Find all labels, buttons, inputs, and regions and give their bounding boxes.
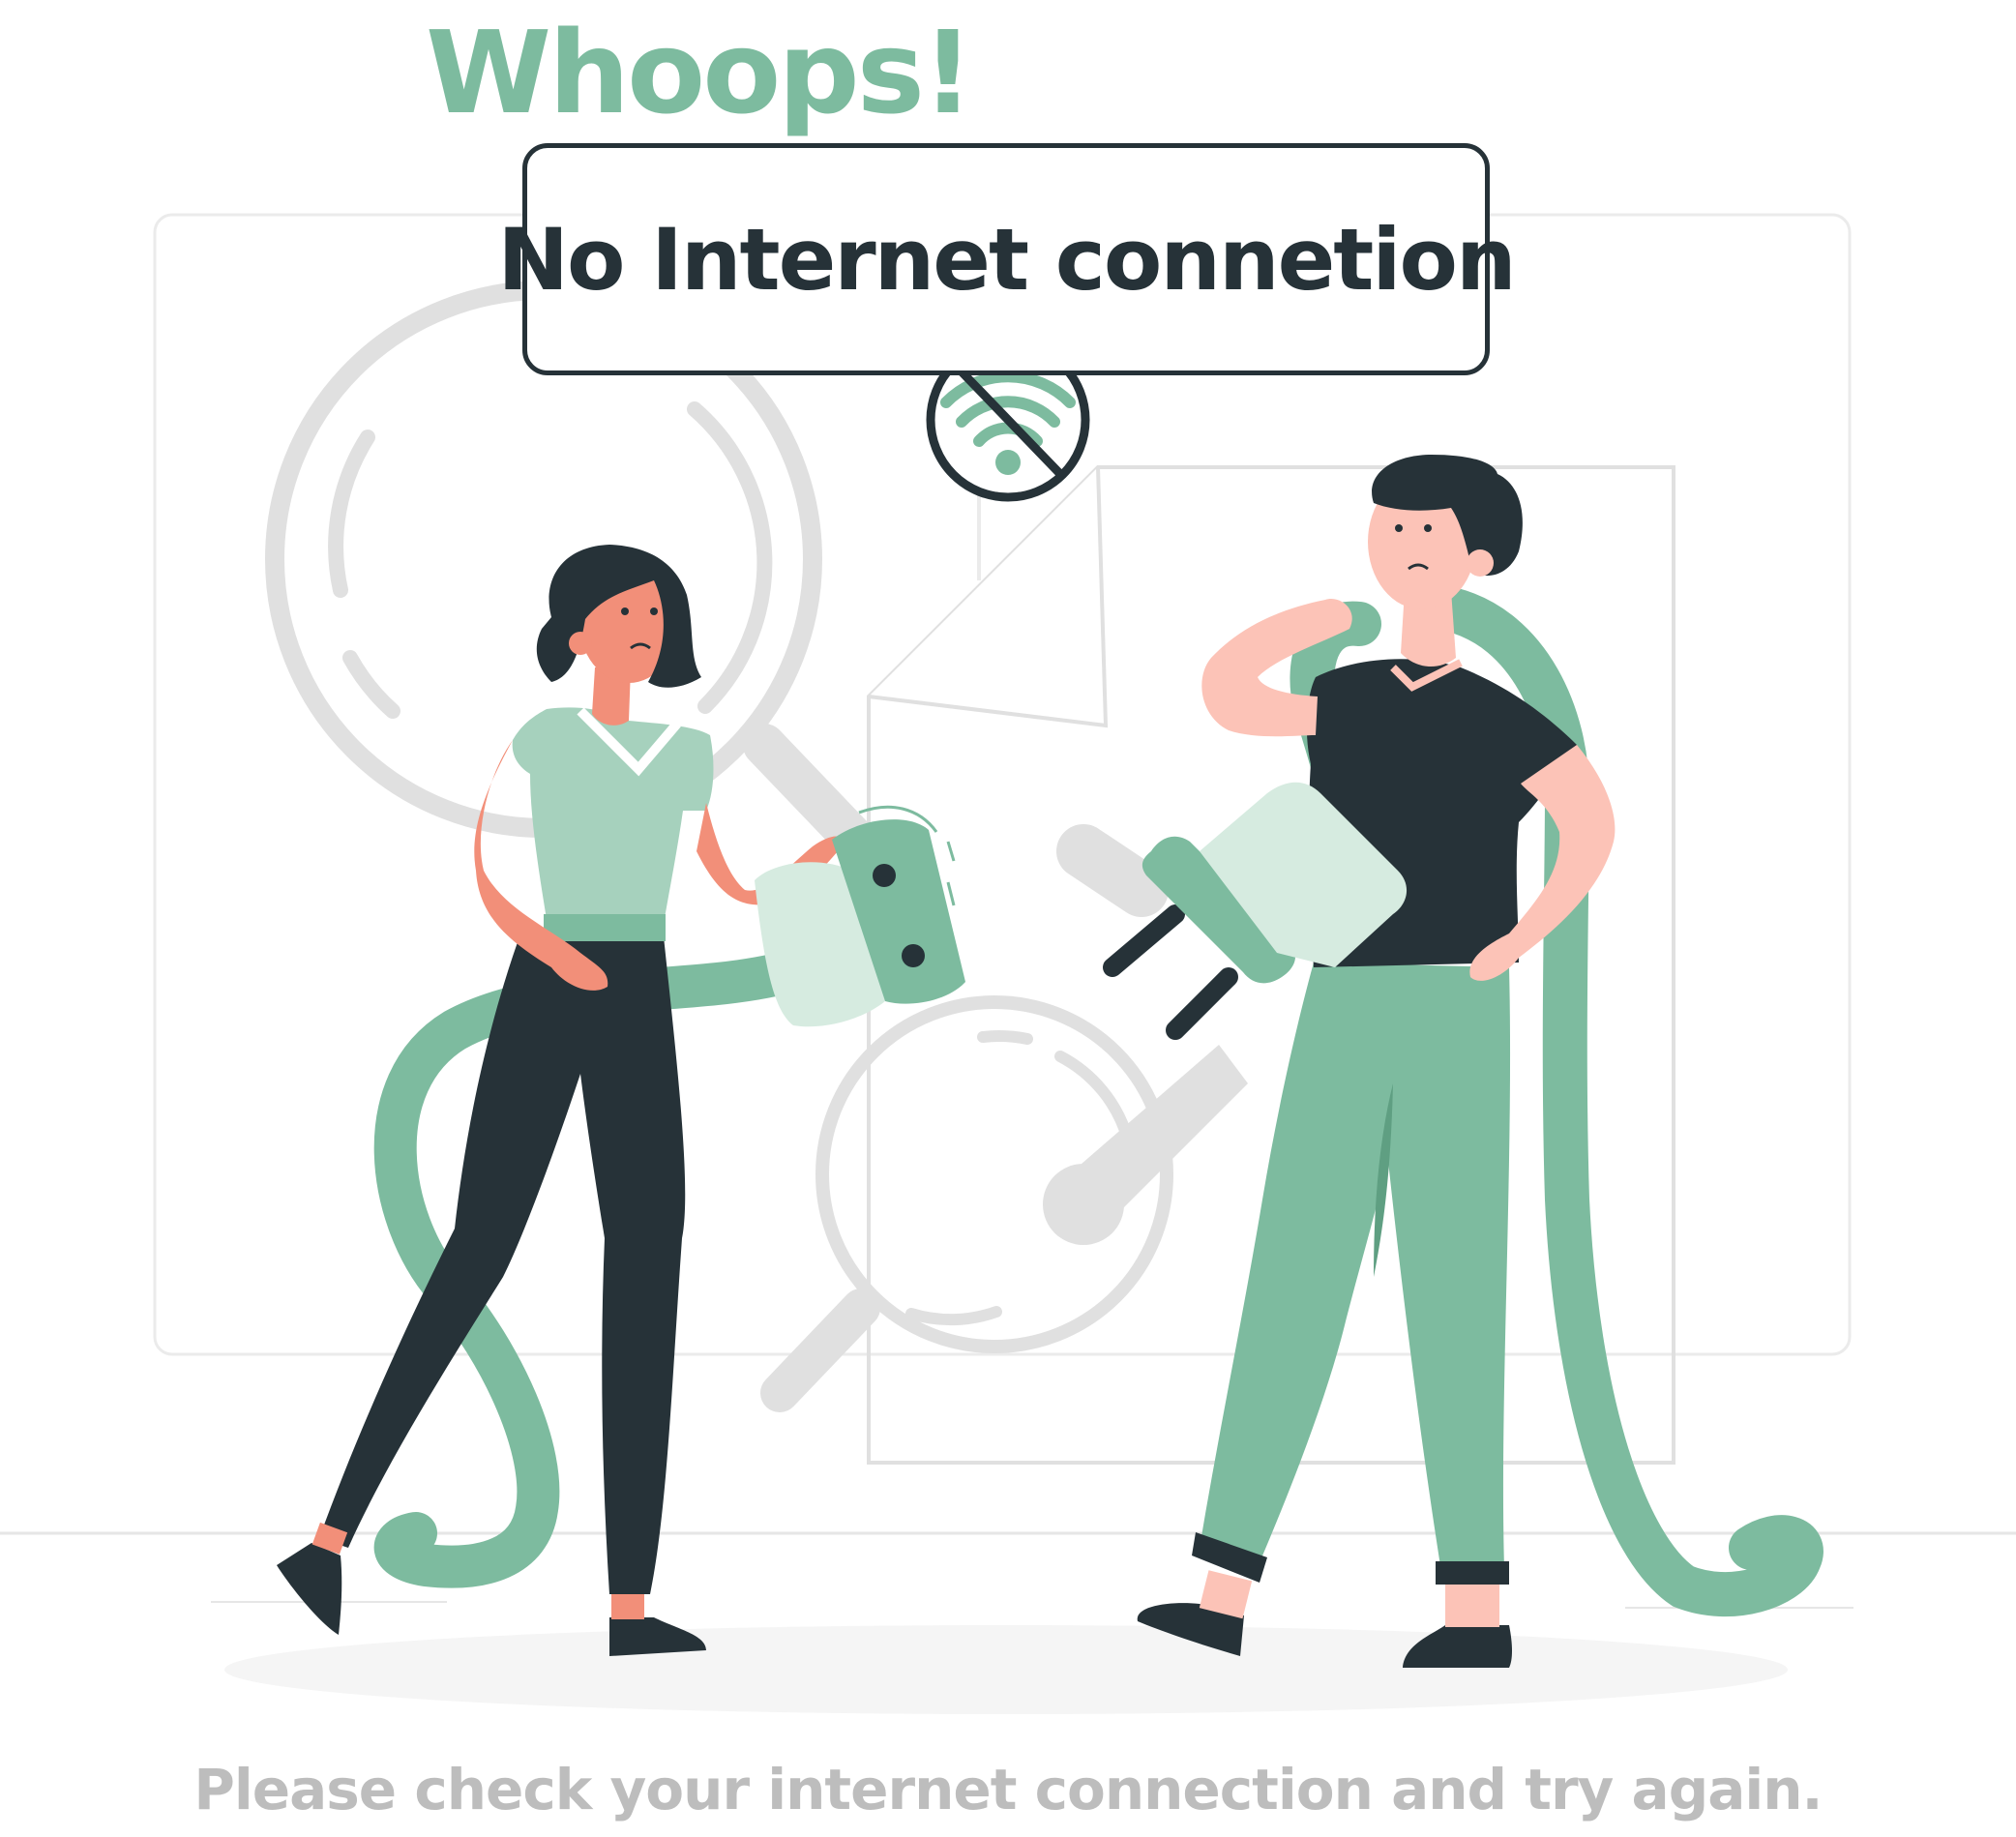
status-message: No Internet connetion [497,209,1516,310]
status-banner: No Internet connetion [497,143,1517,375]
offline-page: Whoops! No Internet connetion Please che… [0,0,2016,1837]
floor-shadow [224,1625,1788,1714]
page-title: Whoops! [426,6,974,139]
socket-plug [755,805,965,1027]
help-message: Please check your internet connection an… [193,1757,1823,1822]
woman-character [277,545,965,1656]
